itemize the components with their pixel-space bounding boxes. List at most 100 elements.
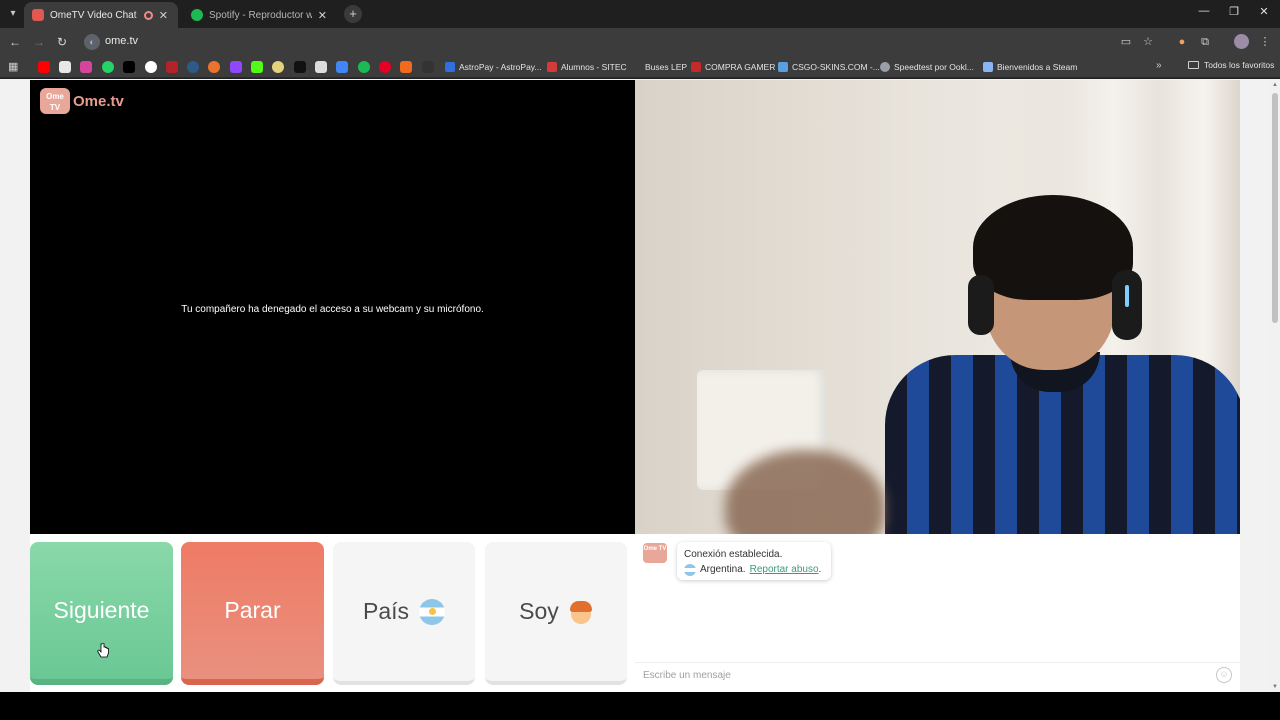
bookmark-icon[interactable] (400, 61, 412, 73)
profile-avatar[interactable] (1234, 34, 1249, 49)
partner-country-text: Argentina. (700, 564, 746, 575)
x-icon[interactable] (123, 61, 135, 73)
tab-title: OmeTV Video Chat — Ome (50, 9, 138, 21)
stop-button-label: Parar (224, 597, 281, 623)
bookmark-label: AstroPay - AstroPay... (459, 62, 542, 72)
tab-spotify[interactable]: Spotify - Reproductor web: mú ✕ (183, 2, 337, 28)
bookmark-icon[interactable] (272, 61, 284, 73)
forward-icon[interactable]: → (31, 34, 47, 50)
bookmark-star-icon[interactable]: ☆ (1141, 35, 1155, 49)
instagram-icon[interactable] (80, 61, 92, 73)
astropay-icon (445, 62, 455, 72)
bookmark-icon[interactable] (187, 61, 199, 73)
system-message: Conexión establecida. Argentina. Reporta… (677, 542, 831, 580)
emoji-picker-icon[interactable]: ☺ (1216, 667, 1232, 683)
bookmark-compra-gamer[interactable]: COMPRA GAMER (691, 60, 775, 74)
scrollbar-thumb[interactable] (1272, 93, 1278, 323)
self-camera-video (635, 80, 1240, 534)
twitch-icon[interactable] (230, 61, 242, 73)
threads-icon[interactable] (145, 61, 157, 73)
url-field[interactable]: ome.tv (105, 35, 138, 47)
menu-kebab-icon[interactable]: ⋮ (1258, 35, 1272, 49)
country-button-label: País (362, 598, 410, 624)
ometv-chat-logo-icon: Ome TV (643, 543, 667, 563)
more-bookmarks-chevron-icon[interactable]: » (1156, 60, 1162, 71)
bookmark-label: CSGO-SKINS.COM -... (792, 62, 880, 72)
scroll-down-icon[interactable]: ▼ (1271, 684, 1279, 690)
crunchyroll-icon[interactable] (208, 61, 220, 73)
ometv-logo[interactable]: Ome TV Ome.tv (40, 88, 124, 114)
country-button[interactable]: País (333, 542, 475, 685)
pinterest-icon[interactable] (379, 61, 391, 73)
partner-video: Ome TV Ome.tv Tu compañero ha denegado e… (30, 80, 635, 534)
next-button[interactable]: Siguiente (30, 542, 173, 685)
translate-icon[interactable] (336, 61, 348, 73)
boy-emoji-icon (569, 599, 593, 625)
bookmark-label: Speedtest por Ookl... (894, 62, 974, 72)
bookmark-icon[interactable] (422, 61, 434, 73)
bookmark-steam[interactable]: Bienvenidos a Steam (983, 60, 1077, 74)
buses-lep-icon (631, 62, 641, 72)
gender-button-label: Soy (519, 598, 559, 624)
netflix-icon[interactable] (166, 61, 178, 73)
gender-button[interactable]: Soy (485, 542, 627, 685)
kick-icon[interactable] (251, 61, 263, 73)
minimize-icon[interactable]: — (1194, 5, 1214, 17)
close-window-icon[interactable]: ✕ (1254, 5, 1274, 18)
scroll-up-icon[interactable]: ▲ (1271, 82, 1279, 88)
message-input[interactable] (643, 667, 1203, 683)
speedtest-icon (880, 62, 890, 72)
bookmark-buses-lep[interactable]: Buses LEP (631, 60, 687, 74)
ometv-favicon-icon (32, 9, 44, 21)
headset-left-shape (968, 275, 994, 335)
ometv-app: Ome TV Ome.tv Tu compañero ha denegado e… (30, 80, 1240, 692)
recording-indicator-icon (143, 10, 153, 20)
tiktok-icon[interactable] (294, 61, 306, 73)
bookmark-label: Bienvenidos a Steam (997, 62, 1078, 72)
next-button-label: Siguiente (53, 597, 150, 623)
headset-led-shape (1125, 285, 1129, 307)
site-info-icon[interactable]: ◐ (84, 34, 100, 50)
tab-search-chevron-icon[interactable]: ▾ (4, 5, 22, 23)
reload-icon[interactable]: ↻ (54, 34, 70, 50)
new-tab-button[interactable]: + (344, 5, 362, 23)
gmail-icon[interactable] (59, 61, 71, 73)
tab-title: Spotify - Reproductor web: mú (209, 9, 312, 21)
stop-button[interactable]: Parar (181, 542, 324, 685)
bookmark-sitec[interactable]: Alumnos - SITEC (547, 60, 627, 74)
message-input-row: ☺ (635, 662, 1240, 686)
all-bookmarks-button[interactable]: Todos los favoritos (1188, 60, 1274, 70)
bookmark-label: Buses LEP (645, 62, 688, 72)
bookmark-speedtest[interactable]: Speedtest por Ookl... (880, 60, 974, 74)
address-bar-row: ← → ↻ ◐ ome.tv ▭ ☆ ● ⧉ ⋮ (0, 28, 1280, 56)
extension-icon[interactable]: ● (1175, 35, 1189, 49)
sitec-icon (547, 62, 557, 72)
page-scrollbar[interactable]: ▲ ▼ (1270, 79, 1280, 692)
browser-tab-strip: ▾ OmeTV Video Chat — Ome ✕ Spotify - Rep… (0, 0, 1280, 28)
whatsapp-icon[interactable] (102, 61, 114, 73)
argentina-flag-icon (684, 563, 696, 576)
tab-ometv[interactable]: OmeTV Video Chat — Ome ✕ (24, 2, 178, 28)
report-suffix: . (818, 564, 822, 575)
report-abuse-link[interactable]: Reportar abuso (750, 564, 819, 575)
cast-icon[interactable]: ▭ (1119, 35, 1133, 49)
bookmark-label: COMPRA GAMER (705, 62, 776, 72)
back-icon[interactable]: ← (7, 34, 23, 50)
bookmark-label: Alumnos - SITEC (561, 62, 627, 72)
bookmark-icon[interactable] (315, 61, 327, 73)
extensions-puzzle-icon[interactable]: ⧉ (1198, 35, 1212, 49)
close-tab-icon[interactable]: ✕ (318, 9, 327, 22)
logo-text: Ome.tv (73, 92, 124, 110)
close-tab-icon[interactable]: ✕ (159, 9, 168, 22)
bookmark-csgo-skins[interactable]: CSGO-SKINS.COM -... (778, 60, 880, 74)
page-background: Ome TV Ome.tv Tu compañero ha denegado e… (0, 79, 1280, 692)
spotify-icon[interactable] (358, 61, 370, 73)
spotify-favicon-icon (191, 9, 203, 21)
youtube-icon[interactable] (38, 61, 50, 73)
folder-icon (1188, 61, 1199, 69)
chat-panel: Ome TV Conexión establecida. Argentina. … (635, 534, 1240, 692)
bookmark-astropay[interactable]: AstroPay - AstroPay... (445, 60, 542, 74)
bookmarks-bar: ▦ AstroPay - AstroPay... Alumnos - SITEC… (0, 56, 1280, 78)
restore-icon[interactable]: ❐ (1224, 5, 1244, 18)
apps-grid-icon[interactable]: ▦ (8, 61, 20, 73)
